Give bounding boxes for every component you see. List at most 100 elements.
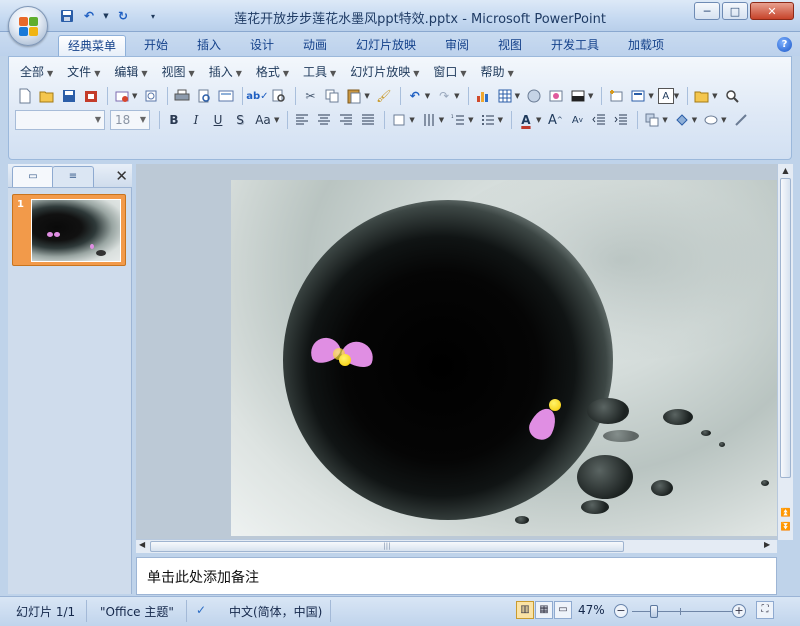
maximize-button[interactable]: □ [722,2,748,20]
scroll-right-icon[interactable]: ▶ [764,540,770,549]
zoom-level[interactable]: 47% [578,603,605,617]
shape-fill-icon[interactable] [701,110,721,130]
shape-outline-icon[interactable] [731,110,751,130]
justify-icon[interactable] [358,110,378,130]
tab-outline[interactable]: ≡ [52,166,94,187]
new-slide-icon[interactable] [606,86,626,106]
chevron-down-icon[interactable]: ▼ [536,116,541,124]
zoom-in-button[interactable]: + [732,604,746,618]
menu-insert[interactable]: 插入 ▼ [202,61,249,83]
copy-icon[interactable] [322,86,342,106]
format-painter-icon[interactable]: 🖌 [374,86,394,106]
italic-button[interactable]: I [186,110,206,130]
align-text-icon[interactable] [419,110,439,130]
chevron-down-icon[interactable]: ▼ [132,92,137,100]
menu-all[interactable]: 全部 ▼ [13,61,60,83]
save-icon[interactable] [59,86,79,106]
chevron-down-icon[interactable]: ▼ [468,116,473,124]
align-center-icon[interactable] [314,110,334,130]
bold-button[interactable]: B [164,110,184,130]
chevron-down-icon[interactable]: ▼ [454,92,459,100]
redo-icon[interactable]: ↷ [434,86,454,106]
email-icon[interactable] [112,86,132,106]
change-case-button[interactable]: Aa [252,110,274,130]
menu-slideshow[interactable]: 幻灯片放映 ▼ [343,61,426,83]
folder-icon[interactable] [692,86,712,106]
text-direction-icon[interactable] [389,110,409,130]
chevron-down-icon[interactable]: ▼ [425,92,430,100]
shrink-font-icon[interactable]: Av [567,110,587,130]
tab-slides[interactable]: ▭ [12,166,54,187]
menu-file[interactable]: 文件 ▼ [60,61,107,83]
print-preview-icon[interactable] [194,86,214,106]
next-slide-icon[interactable]: ⏬ [780,522,791,531]
theme-name[interactable]: "Office 主题" [100,603,174,620]
font-color-icon[interactable]: A [516,110,536,130]
align-right-icon[interactable] [336,110,356,130]
tab-classic-menu[interactable]: 经典菜单 [58,35,127,56]
paste-icon[interactable] [344,86,364,106]
tab-animation[interactable]: 动画 [299,35,331,56]
grow-font-icon[interactable]: A ^ [545,110,565,130]
chevron-down-icon[interactable]: ▼ [674,92,679,100]
pollen-dot[interactable] [339,354,351,366]
chevron-down-icon[interactable]: ▼ [648,92,653,100]
tab-home[interactable]: 开始 [140,35,172,56]
zoom-slider-knob[interactable] [650,605,658,618]
tab-insert[interactable]: 插入 [193,35,225,56]
tab-review[interactable]: 审阅 [441,35,473,56]
chevron-down-icon[interactable]: ▼ [274,116,279,124]
font-name-combo[interactable]: ▼ [15,110,105,130]
tab-view[interactable]: 视图 [494,35,526,56]
shadow-button[interactable]: S [230,110,250,130]
new-icon[interactable] [15,86,35,106]
zoom-slider[interactable] [632,605,732,619]
menu-format[interactable]: 格式 ▼ [249,61,296,83]
close-panel-icon[interactable]: ✕ [115,167,128,185]
minimize-button[interactable]: ─ [694,2,720,20]
menu-help[interactable]: 帮助 ▼ [474,61,521,83]
slide-layout-icon[interactable] [216,86,236,106]
chevron-down-icon[interactable]: ▼ [498,116,503,124]
menu-view[interactable]: 视图 ▼ [155,61,202,83]
tab-developer[interactable]: 开发工具 [547,35,603,56]
decrease-indent-icon[interactable] [589,110,609,130]
insert-chart-icon[interactable] [473,86,493,106]
chevron-down-icon[interactable]: ▼ [409,116,414,124]
chevron-down-icon[interactable]: ▼ [364,92,369,100]
underline-button[interactable]: U [208,110,228,130]
font-size-combo[interactable]: 18 ▼ [110,110,150,130]
bullets-icon[interactable] [478,110,498,130]
menu-edit[interactable]: 编辑 ▼ [107,61,154,83]
chevron-down-icon[interactable]: ▼ [588,92,593,100]
open-icon[interactable] [37,86,57,106]
chevron-down-icon[interactable]: ▼ [721,116,726,124]
zoom-out-button[interactable]: − [614,604,628,618]
menu-window[interactable]: 窗口 ▼ [426,61,473,83]
vertical-scrollbar[interactable]: ▲ ⏫ ⏬ [777,164,793,540]
tab-addins[interactable]: 加载项 [624,35,668,56]
research-icon[interactable] [269,86,289,106]
scroll-up-icon[interactable]: ▲ [780,166,791,175]
align-left-icon[interactable] [292,110,312,130]
menu-tools[interactable]: 工具 ▼ [296,61,343,83]
notes-pane[interactable]: 单击此处添加备注 [136,557,777,595]
chevron-down-icon[interactable]: ▼ [662,116,667,124]
scrollbar-thumb[interactable]: ||| [150,541,624,552]
chevron-down-icon[interactable]: ▼ [692,116,697,124]
help-icon[interactable]: ? [777,37,792,52]
slide[interactable] [231,180,777,536]
quick-styles-icon[interactable] [672,110,692,130]
text-box-icon[interactable]: A [657,88,674,104]
numbering-icon[interactable]: 1 [448,110,468,130]
slide-thumbnail[interactable]: 1 [12,194,126,266]
normal-view-icon[interactable]: ▥ [516,601,534,619]
slideshow-view-icon[interactable]: ▭ [554,601,572,619]
zoom-icon[interactable] [722,86,742,106]
chevron-down-icon[interactable]: ▼ [515,92,520,100]
permission-icon[interactable] [81,86,101,106]
attach-icon[interactable] [141,86,161,106]
office-button[interactable] [8,6,48,46]
insert-table-icon[interactable] [495,86,515,106]
color-grayscale-icon[interactable] [568,86,588,106]
